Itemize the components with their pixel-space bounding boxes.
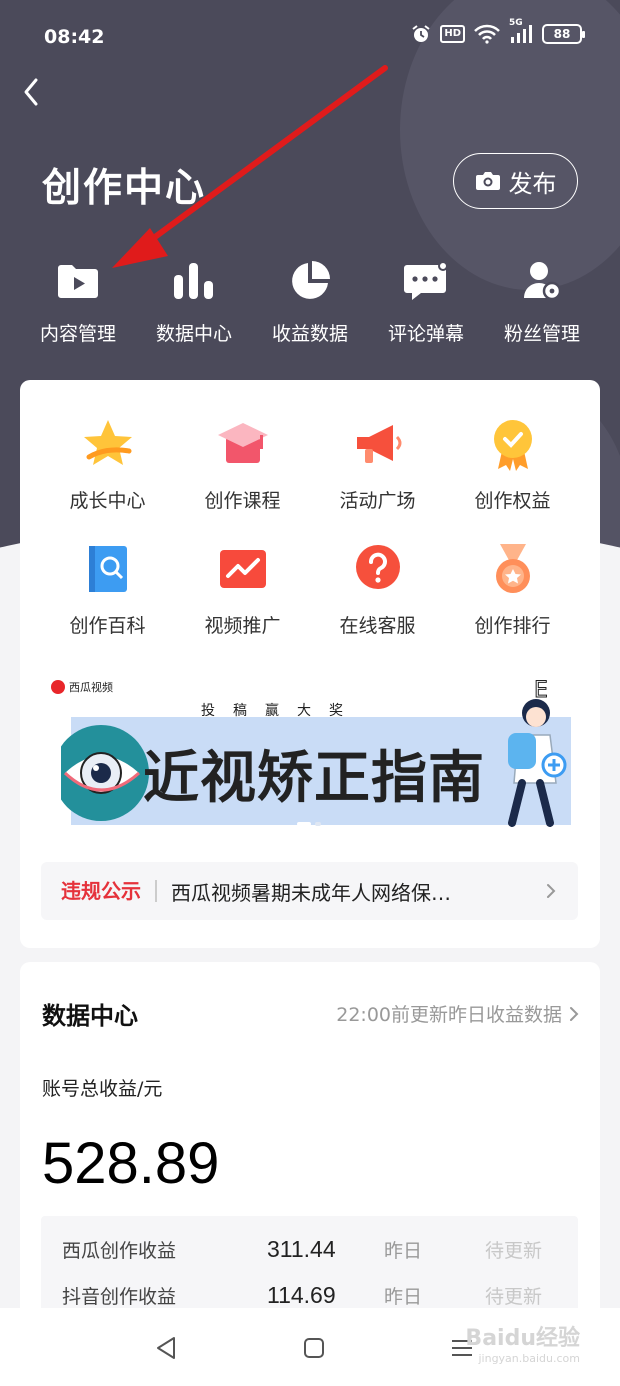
watermark-brand: Baidu经验 [465, 1326, 580, 1351]
status-bar: 08:42 HD 5G 88 [0, 0, 620, 74]
hd-icon: HD [440, 25, 465, 43]
trend-up-icon [215, 541, 271, 597]
quick-action-label: 评论弹幕 [387, 323, 464, 345]
tool-ranking[interactable]: 创作排行 [445, 541, 580, 638]
svg-text:E: E [534, 678, 548, 703]
data-update-link[interactable]: 22:00前更新昨日收益数据 [336, 1000, 580, 1027]
total-earnings-label: 账号总收益/元 [42, 1078, 163, 1100]
banner-dot [315, 822, 321, 826]
table-row[interactable]: 西瓜创作收益 311.44 昨日 待更新 [41, 1229, 578, 1269]
ranking-medal-icon [485, 541, 541, 597]
earning-source: 抖音创作收益 [62, 1285, 177, 1308]
watermark-url: jingyan.baidu.com [478, 1352, 580, 1365]
chevron-right-icon [570, 1006, 579, 1021]
quick-action-label: 数据中心 [155, 323, 232, 345]
tool-label: 视频推广 [204, 615, 281, 637]
tool-label: 创作排行 [474, 615, 551, 637]
quick-action-comments[interactable]: 评论弹幕 [368, 255, 484, 346]
graduation-cap-icon [215, 416, 271, 472]
banner-subtitle: 投稿赢大奖 [201, 703, 361, 719]
earning-value: 311.44 [267, 1235, 336, 1262]
doctor-illustration-icon: E [508, 678, 567, 827]
earning-value: 114.69 [267, 1281, 336, 1308]
tool-label: 创作百科 [69, 615, 146, 637]
tools-grid: 成长中心 创作课程 活动广场 创作权益 创作百科 视频推广 在线客服 创作排行 [20, 416, 600, 638]
badge-medal-icon [485, 416, 541, 472]
comment-bubble-icon [403, 255, 449, 307]
network-type: 5G [509, 18, 523, 28]
banner-dot-active [297, 822, 311, 826]
publish-label: 发布 [508, 169, 557, 198]
tools-card: 成长中心 创作课程 活动广场 创作权益 创作百科 视频推广 在线客服 创作排行 … [20, 380, 600, 948]
quick-action-label: 收益数据 [271, 323, 348, 345]
total-earnings-value: 528.89 [42, 1131, 220, 1196]
bar-chart-icon [172, 255, 216, 307]
data-update-note: 22:00前更新昨日收益数据 [336, 1004, 562, 1026]
quick-action-fan-management[interactable]: 粉丝管理 [484, 255, 600, 346]
promo-banner[interactable]: 西瓜视频 投稿赢大奖 近视矫正指南 E [51, 675, 571, 835]
earning-day: 昨日 [384, 1285, 423, 1308]
quick-action-label: 粉丝管理 [503, 323, 580, 345]
tool-label: 创作课程 [204, 490, 281, 512]
chevron-left-icon [24, 78, 38, 106]
tool-encyclopedia[interactable]: 创作百科 [40, 541, 175, 638]
tool-online-service[interactable]: 在线客服 [310, 541, 445, 638]
tool-activity-square[interactable]: 活动广场 [310, 416, 445, 513]
xigua-logo-icon [51, 680, 65, 694]
help-question-icon [350, 541, 406, 597]
data-center-title: 数据中心 [42, 1002, 138, 1030]
star-icon [80, 416, 136, 472]
earning-pending: 待更新 [485, 1285, 543, 1308]
play-folder-icon [56, 255, 100, 307]
camera-icon [475, 172, 500, 190]
quick-action-label: 内容管理 [39, 323, 116, 345]
tool-growth-center[interactable]: 成长中心 [40, 416, 175, 513]
earning-day: 昨日 [384, 1239, 423, 1262]
alarm-icon [411, 24, 431, 44]
quick-actions: 内容管理 数据中心 收益数据 评论弹幕 粉丝管理 [20, 255, 600, 346]
quick-action-data-center[interactable]: 数据中心 [136, 255, 252, 346]
banner-brand: 西瓜视频 [51, 679, 113, 695]
signal-icon: 5G [509, 18, 533, 44]
back-button[interactable] [14, 72, 54, 112]
publish-button[interactable]: 发布 [453, 153, 578, 209]
data-center-card: 数据中心 22:00前更新昨日收益数据 账号总收益/元 528.89 西瓜创作收… [20, 962, 600, 1362]
tool-courses[interactable]: 创作课程 [175, 416, 310, 513]
wifi-icon [474, 24, 500, 44]
notice-tag: 违规公示 [61, 880, 157, 902]
tool-video-promotion[interactable]: 视频推广 [175, 541, 310, 638]
notice-text: 西瓜视频暑期未成年人网络保… [171, 880, 451, 905]
system-nav-bar: Baidu经验 jingyan.baidu.com [0, 1308, 620, 1386]
banner-brand-text: 西瓜视频 [69, 681, 113, 694]
tool-creator-benefits[interactable]: 创作权益 [445, 416, 580, 513]
megaphone-icon [350, 416, 406, 472]
page-title: 创作中心 [42, 166, 207, 211]
nav-back-icon[interactable] [150, 1332, 182, 1364]
nav-home-icon[interactable] [298, 1332, 330, 1364]
banner-headline: 近视矫正指南 [143, 746, 485, 811]
notice-bar[interactable]: 违规公示 西瓜视频暑期未成年人网络保… [41, 862, 578, 920]
battery-icon: 88 [542, 24, 585, 44]
tool-label: 成长中心 [69, 490, 146, 512]
banner-pagination [297, 822, 321, 826]
quick-action-content-management[interactable]: 内容管理 [20, 255, 136, 346]
pie-chart-icon [288, 255, 332, 307]
earning-source: 西瓜创作收益 [62, 1239, 177, 1262]
book-search-icon [80, 541, 136, 597]
fan-user-icon [522, 255, 562, 307]
quick-action-earnings-data[interactable]: 收益数据 [252, 255, 368, 346]
tool-label: 在线客服 [339, 615, 416, 637]
tool-label: 创作权益 [474, 490, 551, 512]
status-time: 08:42 [44, 26, 105, 48]
earning-pending: 待更新 [485, 1239, 543, 1262]
chevron-right-icon [547, 884, 556, 898]
tool-label: 活动广场 [339, 490, 416, 512]
